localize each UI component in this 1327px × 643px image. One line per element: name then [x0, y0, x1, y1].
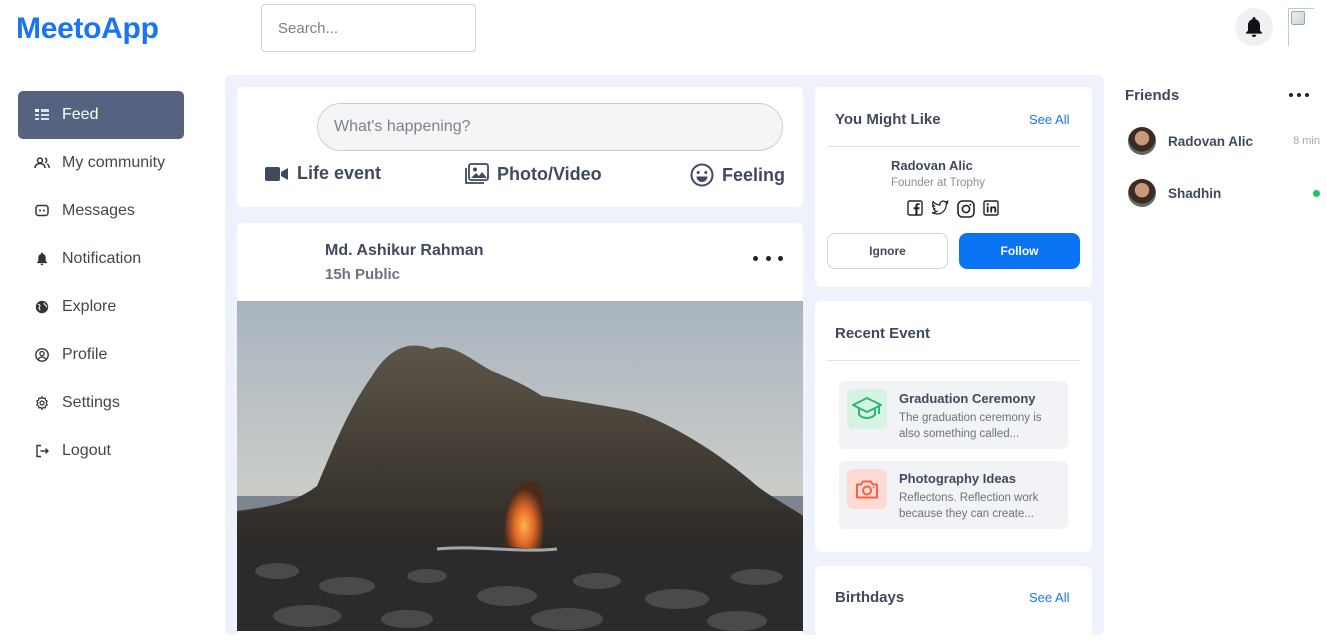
status-input[interactable] — [317, 103, 783, 151]
more-dot — [753, 255, 758, 261]
sidebar-item-messages[interactable]: Messages — [18, 187, 184, 235]
birthdays-see-all-link[interactable]: See All — [1029, 590, 1069, 605]
more-dot — [1289, 93, 1293, 97]
online-status-dot — [1313, 189, 1320, 197]
photo-video-label: Photo/Video — [497, 163, 602, 184]
event-description: The graduation ceremony is also somethin… — [899, 412, 1042, 440]
profile-icon — [34, 347, 50, 363]
event-icon-box — [847, 469, 887, 509]
friend-item[interactable]: Radovan Alic 8 min — [1128, 127, 1320, 155]
friend-name: Radovan Alic — [1168, 133, 1254, 149]
ignore-button[interactable]: Ignore — [827, 233, 948, 269]
sidebar-item-label: Logout — [62, 442, 111, 459]
feeling-label: Feeling — [722, 164, 786, 185]
sidebar-item-label: Explore — [62, 298, 117, 315]
user-avatar[interactable] — [1288, 8, 1314, 46]
graduation-cap-icon — [852, 397, 882, 420]
photo-video-button[interactable]: Photo/Video — [465, 163, 602, 185]
life-event-label: Life event — [297, 163, 382, 183]
bell-icon — [1246, 17, 1262, 38]
twitter-icon[interactable] — [931, 200, 949, 216]
sidebar-item-label: Notification — [62, 250, 142, 267]
life-event-button[interactable]: Life event — [265, 163, 381, 184]
post-composer: Life event Photo/Video Feeling — [237, 87, 803, 207]
friend-name: Shadhin — [1168, 185, 1222, 201]
more-dot — [1297, 93, 1301, 97]
sidebar-nav: Feed My community Messages Notification … — [18, 91, 184, 475]
linkedin-icon[interactable] — [983, 200, 999, 216]
recent-events-title: Recent Event — [835, 325, 931, 342]
friend-avatar — [1128, 127, 1156, 155]
sidebar-item-label: My community — [62, 154, 166, 171]
suggestions-card: You Might Like See All Radovan Alic Foun… — [815, 87, 1092, 287]
friends-more-button[interactable] — [1289, 93, 1309, 97]
search-input[interactable] — [261, 4, 476, 52]
suggestions-title: You Might Like — [835, 111, 941, 128]
sidebar-item-label: Messages — [62, 202, 135, 219]
sidebar-item-label: Profile — [62, 346, 108, 363]
friend-last-seen: 8 min — [1293, 135, 1320, 147]
sidebar-item-label: Settings — [62, 394, 120, 411]
more-dot — [1305, 93, 1309, 97]
app-logo[interactable]: MeetoApp — [16, 12, 159, 46]
logout-icon — [34, 443, 50, 459]
suggestion-name[interactable]: Radovan Alic — [891, 158, 973, 173]
camera-icon — [856, 480, 878, 499]
post-author-name[interactable]: Md. Ashikur Rahman — [325, 242, 484, 260]
friend-item[interactable]: Shadhin — [1128, 179, 1320, 207]
event-description: Reflectons. Reflection work because they… — [899, 492, 1039, 520]
post-more-button[interactable] — [753, 251, 783, 265]
image-icon — [465, 163, 489, 184]
video-camera-icon — [265, 166, 288, 181]
more-dot — [765, 255, 771, 261]
community-icon — [34, 155, 50, 171]
sidebar-item-explore[interactable]: Explore — [18, 283, 184, 331]
sidebar-item-logout[interactable]: Logout — [18, 427, 184, 475]
social-links — [907, 200, 999, 218]
more-dot — [778, 255, 783, 261]
post-meta: 15h Public — [325, 266, 401, 283]
notifications-button[interactable] — [1235, 8, 1273, 46]
birthdays-title: Birthdays — [835, 589, 905, 606]
friends-title: Friends — [1125, 87, 1180, 104]
sidebar-item-notification[interactable]: Notification — [18, 235, 184, 283]
globe-icon — [34, 299, 50, 315]
post-photo[interactable] — [237, 301, 803, 631]
divider — [827, 360, 1080, 361]
instagram-icon[interactable] — [957, 200, 975, 218]
suggestion-role: Founder at Trophy — [891, 177, 985, 189]
sidebar-item-settings[interactable]: Settings — [18, 379, 184, 427]
sidebar-item-my-community[interactable]: My community — [18, 139, 184, 187]
bell-icon — [34, 251, 50, 267]
feeling-button[interactable]: Feeling — [690, 163, 785, 187]
event-item[interactable]: Photography Ideas Reflectons. Reflection… — [839, 461, 1068, 529]
messages-icon — [34, 203, 50, 219]
divider — [827, 146, 1080, 147]
birthdays-card: Birthdays See All — [815, 566, 1092, 636]
sidebar-item-profile[interactable]: Profile — [18, 331, 184, 379]
event-icon-box — [847, 389, 887, 429]
friend-avatar — [1128, 179, 1156, 207]
follow-button[interactable]: Follow — [959, 233, 1080, 269]
feed-post: Md. Ashikur Rahman 15h Public — [237, 223, 803, 643]
facebook-icon[interactable] — [907, 200, 923, 216]
event-title: Graduation Ceremony — [899, 391, 1036, 406]
gear-icon — [34, 395, 50, 411]
sidebar-item-feed[interactable]: Feed — [18, 91, 184, 139]
recent-events-card: Recent Event Graduation Ceremony The gra… — [815, 301, 1092, 552]
event-title: Photography Ideas — [899, 471, 1017, 486]
event-item[interactable]: Graduation Ceremony The graduation cerem… — [839, 381, 1068, 449]
smiley-icon — [690, 163, 714, 187]
feed-icon — [34, 107, 50, 123]
sidebar-item-label: Feed — [62, 106, 99, 123]
suggestions-see-all-link[interactable]: See All — [1029, 112, 1069, 127]
